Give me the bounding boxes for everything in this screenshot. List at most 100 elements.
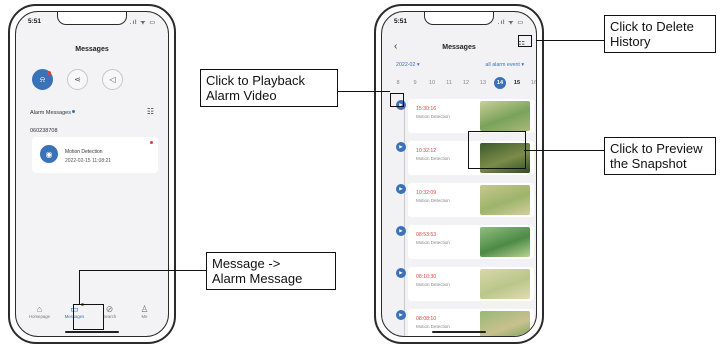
- alarm-time: 2022-02-15 11:08:21: [65, 158, 112, 164]
- unread-dot: [150, 141, 153, 144]
- phone-alarm-history-screen: 5:51 .ıl ᯤ ▭ ‹ Messages ☷ 2022-02 ▾ all …: [374, 4, 544, 344]
- camera-icon: ◉: [40, 145, 58, 163]
- month-selector[interactable]: 2022-02 ▾: [396, 62, 420, 68]
- date-cell[interactable]: 11: [443, 77, 455, 89]
- event-type: Motion Detection: [416, 324, 450, 329]
- alarm-tab-bell-icon[interactable]: ⍾: [32, 69, 53, 90]
- phone-messages-screen: 5:51 .ıl ᯤ ▭ Messages ⍾ ⋖ ◁ Alarm Messag…: [8, 4, 176, 344]
- tab-homepage[interactable]: ⌂ Homepage: [27, 304, 53, 319]
- play-icon[interactable]: ▶: [396, 310, 406, 320]
- event-time: 08:10:30: [416, 274, 437, 280]
- event-filter-dropdown[interactable]: all alarm event ▾: [485, 62, 524, 68]
- preview-highlight-box: [468, 131, 526, 169]
- snapshot-thumbnail[interactable]: [480, 227, 530, 257]
- event-type: Motion Detection: [416, 240, 450, 245]
- event-row: 15:30:16 Motion Detection ▶: [396, 99, 536, 133]
- page-title: Messages: [75, 46, 109, 53]
- connector-line: [338, 91, 390, 93]
- event-time: 15:30:16: [416, 106, 437, 112]
- callout-delete-history: Click to Delete History: [604, 15, 716, 53]
- tab-label: Me: [141, 314, 148, 319]
- event-card[interactable]: 10:32:09 Motion Detection: [408, 183, 534, 217]
- play-icon[interactable]: ▶: [396, 226, 406, 236]
- share-tab-share-icon[interactable]: ⋖: [67, 69, 88, 90]
- home-icon: ⌂: [36, 304, 43, 314]
- share-icon: ⋖: [74, 75, 81, 84]
- date-cell[interactable]: 12: [460, 77, 472, 89]
- callout-playback: Click to Playback Alarm Video: [200, 69, 338, 107]
- message-category-tabs: ⍾ ⋖ ◁: [32, 69, 123, 90]
- tab-label: Search: [102, 314, 117, 319]
- status-time: 5:51: [394, 18, 408, 25]
- date-cell-selected[interactable]: 14: [494, 77, 506, 89]
- callout-line: Click to Delete: [610, 19, 694, 34]
- date-cell[interactable]: 15: [511, 77, 523, 89]
- event-time: 10:32:12: [416, 148, 437, 154]
- alarm-type: Motion Detection: [65, 149, 103, 155]
- speaker-tab-speaker-icon[interactable]: ◁: [102, 69, 123, 90]
- event-time: 10:32:09: [416, 190, 437, 196]
- play-icon[interactable]: ▶: [396, 142, 406, 152]
- bell-icon: ⍾: [39, 74, 46, 84]
- event-type: Motion Detection: [416, 282, 450, 287]
- callout-line: History: [610, 34, 651, 49]
- phone-screen: 5:51 .ıl ᯤ ▭ Messages ⍾ ⋖ ◁ Alarm Messag…: [15, 11, 169, 337]
- alarm-messages-label: Alarm Messages: [30, 110, 71, 116]
- callout-line: Click to Playback: [206, 73, 305, 88]
- callout-preview: Click to Preview the Snapshot: [604, 137, 716, 175]
- phone-screen: 5:51 .ıl ᯤ ▭ ‹ Messages ☷ 2022-02 ▾ all …: [381, 11, 537, 337]
- event-card[interactable]: 15:30:16 Motion Detection: [408, 99, 534, 133]
- status-icons: .ıl ᯤ ▭: [129, 20, 156, 26]
- phone-notch: [424, 12, 494, 25]
- alarm-messages-heading: Alarm Messages: [30, 110, 75, 116]
- connector-line: [79, 270, 81, 305]
- phone-notch: [57, 12, 127, 25]
- callout-line: the Snapshot: [610, 156, 687, 171]
- date-cell[interactable]: 13: [477, 77, 489, 89]
- home-indicator: [432, 330, 486, 333]
- callout-line: Alarm Video: [206, 88, 277, 103]
- alarm-message-card[interactable]: ◉ Motion Detection 2022-02-15 11:08:21: [32, 137, 158, 173]
- tab-me[interactable]: ♙ Me: [132, 304, 158, 319]
- page-title: Messages: [442, 44, 476, 51]
- unread-dot: [47, 71, 51, 75]
- event-time: 08:53:53: [416, 232, 437, 238]
- person-icon: ♙: [140, 304, 149, 314]
- snapshot-thumbnail[interactable]: [480, 311, 530, 336]
- callout-line: Alarm Message: [212, 271, 303, 286]
- event-type: Motion Detection: [416, 156, 450, 161]
- play-icon[interactable]: ▶: [396, 184, 406, 194]
- event-card[interactable]: 08:10:30 Motion Detection: [408, 267, 534, 301]
- messages-tab-highlight-box: [73, 304, 104, 330]
- callout-line: Message ->: [212, 256, 281, 271]
- event-type: Motion Detection: [416, 114, 450, 119]
- event-row: 10:32:09 Motion Detection ▶: [396, 183, 536, 217]
- date-strip: 8 9 10 11 12 13 14 15 16: [392, 77, 536, 89]
- event-row: 08:53:53 Motion Detection ▶: [396, 225, 536, 259]
- playback-highlight-box: [390, 93, 404, 107]
- tab-label: Homepage: [28, 314, 51, 319]
- speaker-icon: ◁: [109, 75, 116, 84]
- date-cell[interactable]: 8: [392, 77, 404, 89]
- event-card[interactable]: 08:53:53 Motion Detection: [408, 225, 534, 259]
- date-cell[interactable]: 16: [528, 77, 536, 89]
- snapshot-thumbnail[interactable]: [480, 101, 530, 131]
- snapshot-thumbnail[interactable]: [480, 269, 530, 299]
- date-cell[interactable]: 10: [426, 77, 438, 89]
- connector-line: [536, 40, 604, 42]
- callout-message: Message -> Alarm Message: [206, 252, 336, 290]
- list-filter-icon[interactable]: ☷: [147, 107, 154, 116]
- date-cell[interactable]: 9: [409, 77, 421, 89]
- event-type: Motion Detection: [416, 198, 450, 203]
- play-icon[interactable]: ▶: [396, 268, 406, 278]
- section-dot: [71, 110, 75, 113]
- delete-history-highlight-box: [518, 35, 532, 47]
- home-indicator: [65, 330, 119, 333]
- status-icons: .ıl ᯤ ▭: [497, 20, 524, 26]
- event-time: 08:08:10: [416, 316, 437, 322]
- connector-line: [79, 270, 206, 272]
- device-id: 060238708: [30, 128, 58, 134]
- snapshot-thumbnail[interactable]: [480, 185, 530, 215]
- callout-line: Click to Preview: [610, 141, 703, 156]
- connector-line: [524, 150, 604, 152]
